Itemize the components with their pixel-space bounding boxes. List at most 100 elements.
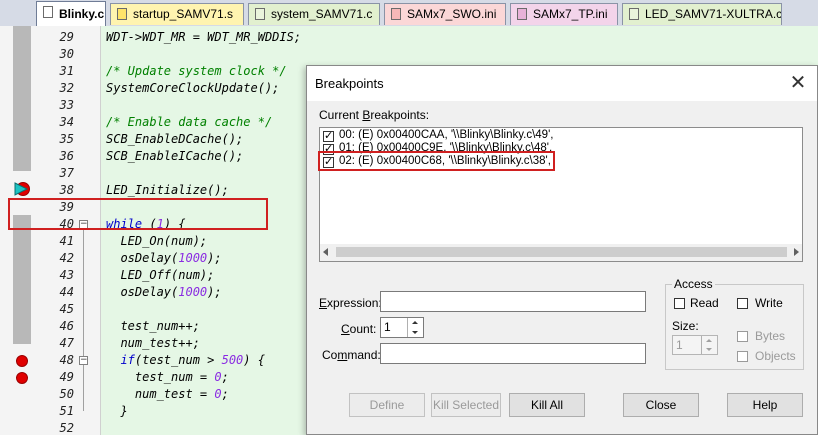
define-button: Define bbox=[349, 393, 425, 417]
size-stepper: 1 bbox=[672, 335, 718, 355]
breakpoint-icon[interactable] bbox=[16, 372, 28, 384]
code-line: test_num = 0; bbox=[106, 370, 229, 384]
line-number: 30 bbox=[59, 47, 74, 61]
bytes-label: Bytes bbox=[755, 329, 786, 343]
bytes-checkbox bbox=[737, 331, 748, 342]
line-number: 29 bbox=[59, 30, 74, 44]
objects-label: Objects bbox=[755, 349, 796, 363]
tab-label: SAMx7_SWO.ini bbox=[407, 7, 497, 21]
line-number: 52 bbox=[59, 421, 74, 435]
code-line: num_test = 0; bbox=[106, 387, 229, 401]
tab-label: system_SAMV71.c bbox=[271, 7, 373, 21]
breakpoint-list[interactable]: 00: (E) 0x00400CAA, '\\Blinky\Blinky.c\4… bbox=[319, 127, 803, 262]
ini-file-icon bbox=[517, 8, 527, 20]
tab-samx7-tp-ini[interactable]: SAMx7_TP.ini bbox=[510, 3, 618, 25]
tab-blinky-c[interactable]: Blinky.c bbox=[36, 1, 106, 26]
code-line: LED_On(num); bbox=[106, 234, 208, 248]
tab-led-samv71-xultra-c[interactable]: LED_SAMV71-XULTRA.c bbox=[622, 3, 782, 25]
line-number: 37 bbox=[59, 166, 74, 180]
chevron-up-icon bbox=[706, 339, 712, 342]
line-number: 42 bbox=[59, 251, 74, 265]
size-value: 1 bbox=[676, 338, 683, 352]
tab-startup-samv71-s[interactable]: startup_SAMV71.s bbox=[110, 3, 244, 25]
editor-tab-bar: Blinky.c startup_SAMV71.s system_SAMV71.… bbox=[0, 0, 818, 27]
tab-samx7-swo-ini[interactable]: SAMx7_SWO.ini bbox=[384, 3, 506, 25]
line-number: 49 bbox=[59, 370, 74, 384]
breakpoint-enable-checkbox[interactable] bbox=[323, 129, 334, 142]
code-line: SystemCoreClockUpdate(); bbox=[106, 81, 280, 95]
code-line: SCB_EnableDCache(); bbox=[106, 132, 244, 146]
kill-all-button[interactable]: Kill All bbox=[509, 393, 585, 417]
line-number: 38 bbox=[59, 183, 74, 197]
read-checkbox[interactable] bbox=[674, 298, 685, 309]
command-field[interactable] bbox=[380, 343, 646, 364]
horizontal-scrollbar[interactable] bbox=[320, 244, 802, 261]
expression-field[interactable] bbox=[380, 291, 646, 312]
code-line: } bbox=[106, 404, 128, 418]
current-breakpoints-label: Current Breakpoints: bbox=[319, 108, 430, 122]
close-icon[interactable]: ✕ bbox=[787, 72, 809, 94]
c-file-icon bbox=[255, 8, 265, 20]
write-label: Write bbox=[755, 296, 783, 310]
scroll-left-icon[interactable] bbox=[323, 248, 328, 256]
count-label: Count: bbox=[341, 322, 377, 336]
objects-checkbox bbox=[737, 351, 748, 362]
code-line: test_num++; bbox=[106, 319, 200, 333]
line-number: 44 bbox=[59, 285, 74, 299]
line-number: 43 bbox=[59, 268, 74, 282]
line-number: 51 bbox=[59, 404, 74, 418]
chevron-down-icon[interactable] bbox=[412, 331, 418, 334]
line-number: 48 bbox=[59, 353, 74, 367]
scrollbar-thumb[interactable] bbox=[336, 247, 787, 257]
command-label: Command: bbox=[322, 348, 381, 362]
code-line: osDelay(1000); bbox=[106, 251, 222, 265]
dialog-title: Breakpoints bbox=[315, 76, 384, 91]
count-stepper[interactable]: 1 bbox=[380, 317, 424, 338]
code-line: /* Enable data cache */ bbox=[106, 115, 273, 129]
close-button[interactable]: Close bbox=[623, 393, 699, 417]
tab-system-samv71-c[interactable]: system_SAMV71.c bbox=[248, 3, 380, 25]
tab-label: Blinky.c bbox=[59, 7, 105, 21]
code-line: WDT->WDT_MR = WDT_MR_WDDIS; bbox=[106, 30, 302, 44]
line-number: 47 bbox=[59, 336, 74, 350]
tab-label: LED_SAMV71-XULTRA.c bbox=[645, 7, 782, 21]
line-number: 31 bbox=[59, 64, 74, 78]
code-line: LED_Off(num); bbox=[106, 268, 215, 282]
c-file-icon bbox=[43, 6, 53, 18]
selected-breakpoint-highlight bbox=[318, 151, 555, 171]
line-number: 33 bbox=[59, 98, 74, 112]
dialog-title-bar[interactable]: Breakpoints ✕ bbox=[307, 66, 817, 101]
current-line-arrow-icon bbox=[14, 182, 30, 196]
access-group-title: Access bbox=[672, 277, 715, 291]
breakpoints-dialog: Breakpoints ✕ Current Breakpoints: 00: (… bbox=[306, 65, 818, 435]
code-line: SCB_EnableICache(); bbox=[106, 149, 244, 163]
ini-file-icon bbox=[391, 8, 401, 20]
line-number: 34 bbox=[59, 115, 74, 129]
line-number: 46 bbox=[59, 319, 74, 333]
chevron-up-icon[interactable] bbox=[412, 321, 418, 324]
expression-label: Expression: bbox=[319, 296, 382, 310]
asm-file-icon bbox=[117, 8, 127, 20]
kill-selected-button: Kill Selected bbox=[431, 393, 501, 417]
chevron-down-icon bbox=[706, 348, 712, 351]
line-number: 32 bbox=[59, 81, 74, 95]
line-number: 50 bbox=[59, 387, 74, 401]
breakpoint-icon[interactable] bbox=[16, 355, 28, 367]
code-line: /* Update system clock */ bbox=[106, 64, 287, 78]
line-number: 35 bbox=[59, 132, 74, 146]
fold-toggle-icon[interactable]: − bbox=[79, 356, 88, 365]
line-number: 41 bbox=[59, 234, 74, 248]
write-checkbox[interactable] bbox=[737, 298, 748, 309]
size-label: Size: bbox=[672, 319, 699, 333]
count-value: 1 bbox=[384, 320, 391, 334]
breakpoint-text: 00: (E) 0x00400CAA, '\\Blinky\Blinky.c\4… bbox=[339, 129, 554, 141]
code-line: if(test_num > 500) { bbox=[106, 353, 265, 367]
read-label: Read bbox=[690, 296, 719, 310]
tab-label: SAMx7_TP.ini bbox=[533, 7, 608, 21]
current-line-highlight bbox=[8, 198, 268, 230]
scroll-right-icon[interactable] bbox=[794, 248, 799, 256]
code-line: num_test++; bbox=[106, 336, 200, 350]
code-line: osDelay(1000); bbox=[106, 285, 222, 299]
code-line: LED_Initialize(); bbox=[106, 183, 229, 197]
help-button[interactable]: Help bbox=[727, 393, 803, 417]
